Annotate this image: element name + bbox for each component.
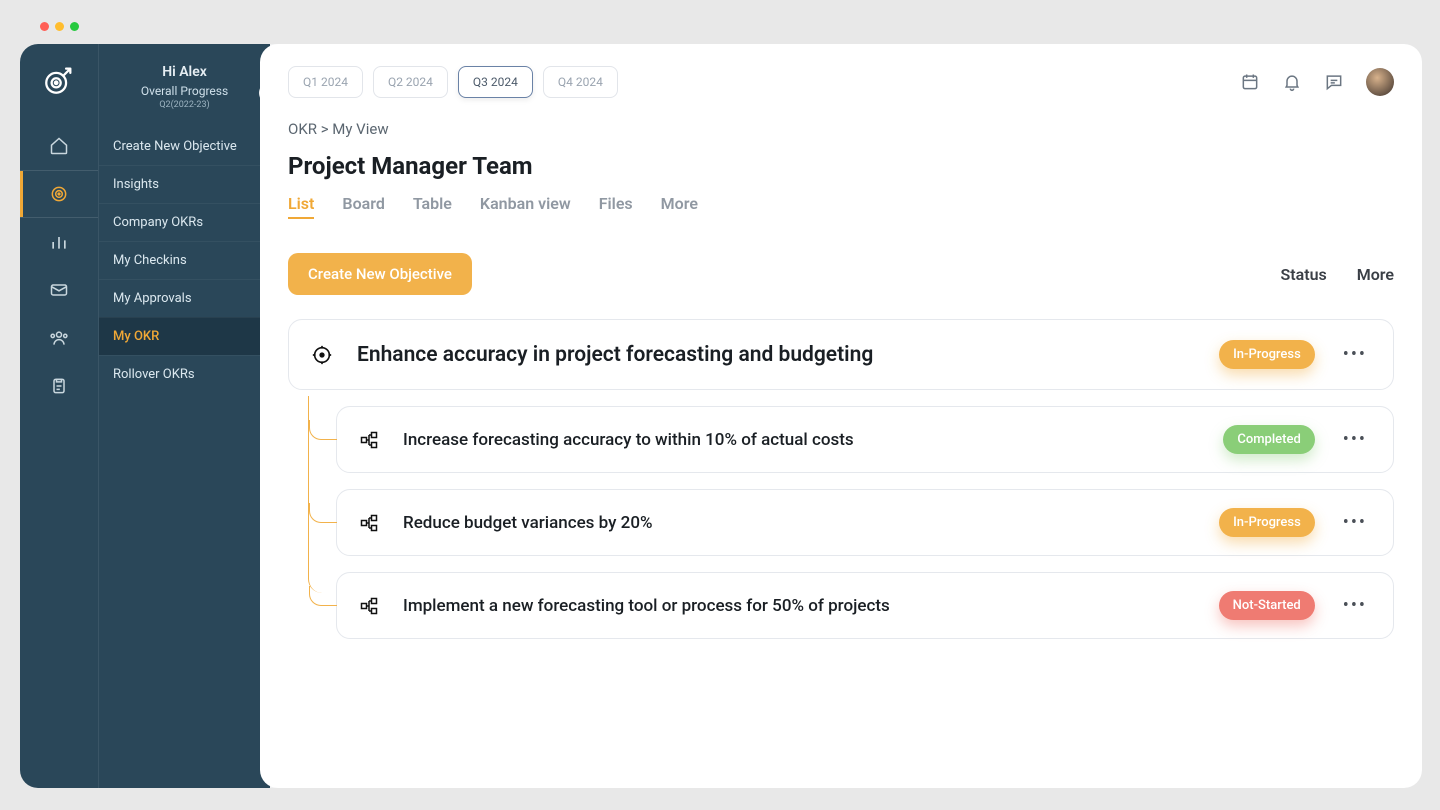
tree-connector-icon [309,503,337,523]
objective-list: Enhance accuracy in project forecasting … [288,319,1394,639]
key-result-status-badge: Not-Started [1219,591,1315,620]
rail-okr-icon[interactable] [20,170,98,218]
bell-icon[interactable] [1282,72,1302,92]
rail-analytics-icon[interactable] [20,218,98,266]
sidebar: ‹ Hi Alex Overall Progress Q2(2022-23) C… [98,44,270,788]
period-label: Q2(2022-23) [107,100,262,110]
user-avatar[interactable] [1366,68,1394,96]
objective-title: Enhance accuracy in project forecasting … [357,343,1195,367]
objective-target-icon [311,344,333,366]
objective-status-badge: In-Progress [1219,340,1315,369]
quarter-q3[interactable]: Q3 2024 [458,66,533,98]
main-content: Q1 2024 Q2 2024 Q3 2024 Q4 2024 OKR > My… [260,44,1422,788]
nav-create-objective[interactable]: Create New Objective [99,128,270,165]
tab-kanban[interactable]: Kanban view [480,194,571,219]
rail-clipboard-icon[interactable] [20,362,98,410]
tree-connector-icon [309,586,337,606]
list-toolbar: Create New Objective Status More [288,253,1394,295]
objective-more-icon[interactable]: ••• [1339,344,1371,365]
rail-mail-icon[interactable] [20,266,98,314]
minimize-dot[interactable] [55,22,64,31]
tab-board[interactable]: Board [342,194,384,219]
sidebar-header: Hi Alex Overall Progress Q2(2022-23) [99,44,270,120]
tab-table[interactable]: Table [413,194,452,219]
progress-label: Overall Progress [107,84,262,98]
key-result-status-badge: In-Progress [1219,508,1315,537]
nav-rollover-okrs[interactable]: Rollover OKRs [99,355,270,393]
breadcrumb: OKR > My View [288,120,1394,138]
tree-connector-icon [309,420,337,440]
key-result-card[interactable]: Implement a new forecasting tool or proc… [336,572,1394,639]
calendar-icon[interactable] [1240,72,1260,92]
nav-my-okr[interactable]: My OKR [99,317,270,355]
rail-people-icon[interactable] [20,314,98,362]
quarter-q2[interactable]: Q2 2024 [373,66,448,98]
tab-more[interactable]: More [661,194,698,219]
status-column-header[interactable]: Status [1280,265,1326,284]
topbar: Q1 2024 Q2 2024 Q3 2024 Q4 2024 [288,66,1394,98]
key-result-node-icon [359,513,379,533]
view-tabs: List Board Table Kanban view Files More [288,194,1394,219]
greeting: Hi Alex [107,64,262,80]
nav-insights[interactable]: Insights [99,165,270,203]
tab-list[interactable]: List [288,194,314,219]
key-result-card[interactable]: Reduce budget variances by 20% In-Progre… [336,489,1394,556]
top-actions [1240,68,1394,96]
more-column-header[interactable]: More [1357,265,1394,284]
window-controls [40,22,79,31]
key-result-more-icon[interactable]: ••• [1339,429,1371,450]
icon-rail [20,44,98,788]
tab-files[interactable]: Files [599,194,633,219]
objective-card[interactable]: Enhance accuracy in project forecasting … [288,319,1394,390]
toolbar-right: Status More [1280,265,1394,284]
nav-my-approvals[interactable]: My Approvals [99,279,270,317]
key-result-node-icon [359,596,379,616]
maximize-dot[interactable] [70,22,79,31]
create-objective-button[interactable]: Create New Objective [288,253,472,295]
key-result-more-icon[interactable]: ••• [1339,595,1371,616]
key-result-node-icon [359,430,379,450]
app-shell: ‹ Hi Alex Overall Progress Q2(2022-23) C… [20,44,1422,788]
close-dot[interactable] [40,22,49,31]
chat-icon[interactable] [1324,72,1344,92]
key-result-title: Implement a new forecasting tool or proc… [403,596,1195,616]
nav-my-checkins[interactable]: My Checkins [99,241,270,279]
key-result-title: Increase forecasting accuracy to within … [403,430,1199,450]
key-result-status-badge: Completed [1223,425,1314,454]
key-result-card[interactable]: Increase forecasting accuracy to within … [336,406,1394,473]
quarter-selector: Q1 2024 Q2 2024 Q3 2024 Q4 2024 [288,66,618,98]
key-results-group: Increase forecasting accuracy to within … [308,406,1394,639]
page-title: Project Manager Team [288,152,1394,180]
sidebar-nav: Create New Objective Insights Company OK… [99,128,270,393]
quarter-q4[interactable]: Q4 2024 [543,66,618,98]
app-logo-icon [41,62,77,98]
quarter-q1[interactable]: Q1 2024 [288,66,363,98]
nav-company-okrs[interactable]: Company OKRs [99,203,270,241]
key-result-title: Reduce budget variances by 20% [403,513,1195,533]
rail-home-icon[interactable] [20,122,98,170]
key-result-more-icon[interactable]: ••• [1339,512,1371,533]
